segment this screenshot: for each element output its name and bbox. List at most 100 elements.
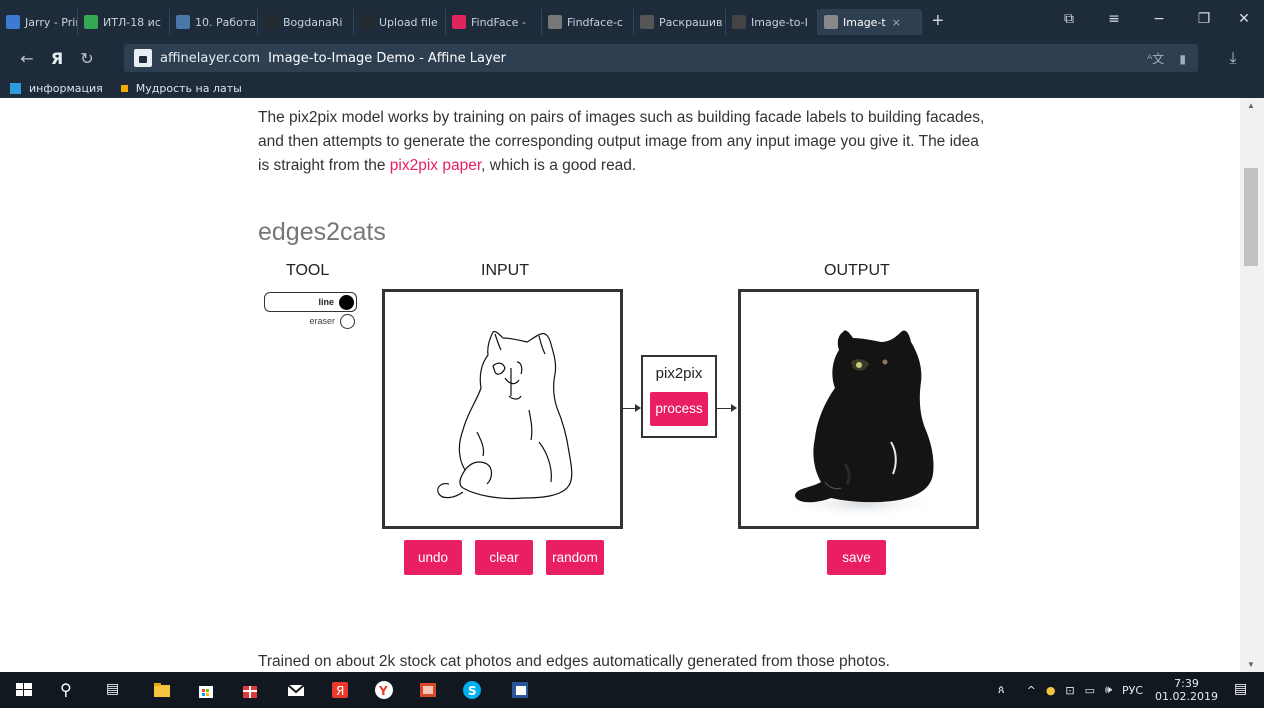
- windows-taskbar: ⚲ ▤ Я Y S ጰ ^ ● ⊡ ▭ 🕪 РУС 7:39 01.02.201…: [0, 672, 1264, 708]
- mail-icon[interactable]: [286, 680, 306, 700]
- bookmark-info[interactable]: информация: [10, 82, 103, 95]
- save-button[interactable]: save: [827, 540, 886, 575]
- menu-icon[interactable]: ≡: [1094, 0, 1134, 38]
- tab-label: Image-t: [843, 15, 886, 29]
- tab-label: Findface-c: [567, 15, 623, 29]
- generated-cat-image: [781, 330, 941, 518]
- undo-button[interactable]: undo: [404, 540, 462, 575]
- browser-tab[interactable]: Findface-c: [542, 9, 634, 35]
- reload-icon[interactable]: ↻: [72, 49, 102, 68]
- svg-text:Y: Y: [378, 684, 388, 698]
- browser-tab[interactable]: BogdanaRi: [258, 9, 354, 35]
- scrollbar-thumb[interactable]: [1244, 168, 1258, 266]
- svg-text:S: S: [468, 684, 477, 698]
- clear-button[interactable]: clear: [475, 540, 533, 575]
- back-icon[interactable]: ←: [12, 49, 42, 68]
- lock-icon[interactable]: [134, 49, 152, 67]
- close-tab-icon[interactable]: ×: [892, 16, 901, 29]
- browser-tab[interactable]: 10. Работа: [170, 9, 258, 35]
- footer-paragraph: Trained on about 2k stock cat photos and…: [258, 653, 890, 670]
- translate-icon[interactable]: ᴬ文 ▮: [1147, 50, 1186, 67]
- volume-icon[interactable]: 🕪: [1105, 683, 1112, 697]
- scroll-down-icon[interactable]: ▼: [1247, 660, 1255, 669]
- radio-unselected-icon[interactable]: [340, 314, 355, 329]
- browser-tab[interactable]: Image-t ×: [818, 9, 922, 35]
- scroll-up-icon[interactable]: ▲: [1247, 101, 1255, 110]
- windows-start-icon[interactable]: [14, 680, 34, 700]
- random-button[interactable]: random: [546, 540, 604, 575]
- tab-label: Image-to-I: [751, 15, 808, 29]
- search-icon[interactable]: ⚲: [60, 680, 80, 700]
- input-canvas[interactable]: [382, 289, 623, 529]
- system-tray: ጰ ^ ● ⊡ ▭ 🕪 РУС 7:39 01.02.2019: [988, 672, 1218, 708]
- close-window-icon[interactable]: ✕: [1224, 0, 1264, 38]
- minimize-icon[interactable]: −: [1139, 0, 1179, 38]
- svg-text:Я: Я: [336, 684, 344, 698]
- tab-favicon-icon: [824, 15, 838, 29]
- clock-date: 01.02.2019: [1155, 690, 1218, 703]
- new-tab-button[interactable]: +: [922, 10, 954, 33]
- arrow-line-right: [717, 408, 731, 409]
- tab-favicon-icon: [548, 15, 562, 29]
- tab-label: Upload file: [379, 15, 438, 29]
- tabs-overview-icon[interactable]: ⧉: [1049, 0, 1089, 38]
- browser-tab[interactable]: ИТЛ-18 ис: [78, 9, 170, 35]
- yandex-home-icon[interactable]: Я: [42, 49, 72, 68]
- tool-line-label: line: [318, 297, 334, 307]
- tool-eraser-label: eraser: [309, 316, 335, 326]
- tool-label: TOOL: [286, 262, 330, 279]
- language-indicator[interactable]: РУС: [1122, 684, 1143, 697]
- address-bar-row: ← Я ↻ affinelayer.com Image-to-Image Dem…: [0, 38, 1264, 78]
- tab-favicon-icon: [264, 15, 278, 29]
- tray-app-icon[interactable]: ●: [1046, 684, 1056, 697]
- store-icon[interactable]: [196, 680, 216, 700]
- bookmark-label: информация: [29, 81, 103, 95]
- photo-app-icon[interactable]: [418, 680, 438, 700]
- task-view-icon[interactable]: ▤: [106, 680, 126, 700]
- bookmark-label: Мудрость на латы: [135, 81, 242, 95]
- input-label: INPUT: [481, 262, 529, 279]
- tab-label: ИТЛ-18 ис: [103, 15, 161, 29]
- people-icon[interactable]: ጰ: [998, 683, 1005, 697]
- downloads-icon[interactable]: ⤓: [1218, 48, 1248, 68]
- bookmark-icon: [10, 82, 21, 94]
- output-label: OUTPUT: [824, 262, 890, 279]
- browser-tab[interactable]: Upload file: [354, 9, 446, 35]
- page-viewport: The pix2pix model works by training on p…: [0, 98, 1240, 672]
- intro-paragraph: The pix2pix model works by training on p…: [258, 106, 988, 178]
- url-field[interactable]: affinelayer.com Image-to-Image Demo - Af…: [124, 44, 1198, 72]
- notifications-icon[interactable]: ▤: [1234, 680, 1254, 700]
- file-explorer-icon[interactable]: [152, 680, 172, 700]
- clock-time: 7:39: [1174, 677, 1199, 690]
- tab-label: 10. Работа: [195, 15, 257, 29]
- bookmark-wisdom[interactable]: Мудрость на латы: [120, 81, 242, 95]
- browser-tab[interactable]: Раскрашив: [634, 9, 726, 35]
- tab-favicon-icon: [6, 15, 20, 29]
- tab-favicon-icon: [176, 15, 190, 29]
- tool-line-option[interactable]: line: [264, 292, 357, 312]
- process-button[interactable]: process: [650, 392, 708, 426]
- cat-sketch: [437, 330, 573, 500]
- skype-icon[interactable]: S: [462, 680, 482, 700]
- browser-tab[interactable]: Jarry - Prin: [0, 9, 78, 35]
- tool-eraser-option[interactable]: eraser: [264, 313, 357, 331]
- gift-icon[interactable]: [240, 680, 260, 700]
- radio-selected-icon[interactable]: [339, 295, 354, 310]
- pix2pix-paper-link[interactable]: pix2pix paper: [390, 157, 481, 174]
- browser-tab[interactable]: Image-to-I: [726, 9, 818, 35]
- bookmarks-bar: информация Мудрость на латы: [0, 78, 1264, 98]
- yandex-icon[interactable]: Y: [374, 680, 394, 700]
- page-scrollbar[interactable]: ▲ ▼: [1240, 98, 1264, 672]
- clock[interactable]: 7:39 01.02.2019: [1155, 677, 1218, 703]
- tab-strip: Jarry - Prin ИТЛ-18 ис 10. Работа BogdanaRi…: [0, 3, 922, 35]
- word-icon[interactable]: [510, 680, 530, 700]
- restore-icon[interactable]: ❐: [1184, 0, 1224, 38]
- tab-label: FindFace -: [471, 15, 526, 29]
- tab-favicon-icon: [732, 15, 746, 29]
- browser-tab[interactable]: FindFace -: [446, 9, 542, 35]
- network-icon[interactable]: ⊡: [1065, 684, 1074, 697]
- yandex-browser-icon[interactable]: Я: [330, 680, 350, 700]
- tab-bar: Jarry - Prin ИТЛ-18 ис 10. Работа BogdanaRi…: [0, 0, 1264, 38]
- chevron-up-icon[interactable]: ^: [1027, 684, 1036, 697]
- battery-icon[interactable]: ▭: [1085, 684, 1095, 697]
